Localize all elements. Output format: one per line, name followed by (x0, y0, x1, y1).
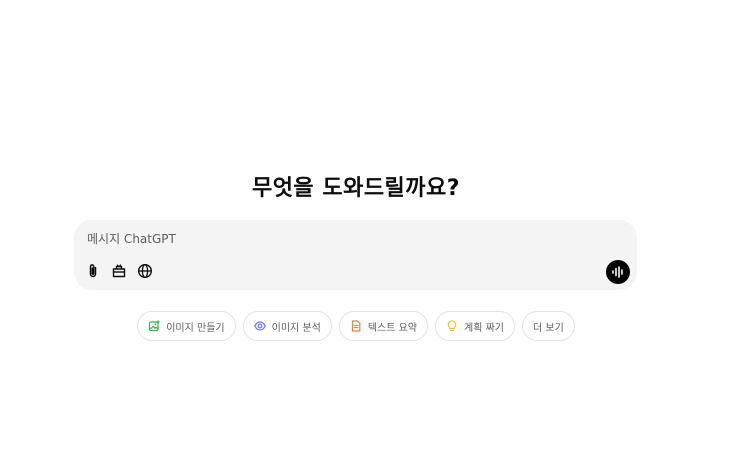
web-search-button[interactable] (136, 262, 154, 280)
chip-label: 이미지 분석 (271, 322, 321, 334)
image-create-icon (148, 320, 161, 332)
document-icon (350, 320, 362, 332)
lightbulb-icon (446, 320, 458, 332)
suggestion-more[interactable]: 더 보기 (521, 311, 575, 341)
suggestion-summarize-text[interactable]: 텍스트 요약 (338, 311, 428, 341)
globe-icon (137, 263, 153, 279)
chip-label: 계획 짜기 (464, 322, 504, 334)
chip-label: 텍스트 요약 (367, 322, 417, 334)
eye-icon (253, 320, 266, 332)
suggestion-chips: 이미지 만들기 이미지 분석 텍스트 요약 계획 짜기 더 보기 (0, 311, 712, 341)
voice-waveform-icon (611, 263, 625, 282)
message-input[interactable] (87, 230, 587, 248)
paperclip-icon (86, 263, 100, 279)
toolbox-icon (111, 263, 127, 279)
message-composer (74, 220, 637, 290)
tools-button[interactable] (110, 262, 128, 280)
suggestion-analyze-image[interactable]: 이미지 분석 (242, 311, 332, 341)
suggestion-make-plan[interactable]: 계획 짜기 (435, 311, 515, 341)
page-title: 무엇을 도와드릴까요? (251, 176, 461, 201)
attach-button[interactable] (84, 262, 102, 280)
chat-home: 무엇을 도와드릴까요? 메시지 ChatGPT 이미지 만들기 이미지 분석 텍… (0, 0, 743, 471)
chip-label: 더 보기 (532, 322, 564, 334)
suggestion-create-image[interactable]: 이미지 만들기 (137, 311, 236, 341)
chip-label: 이미지 만들기 (166, 322, 225, 334)
voice-mode-button[interactable] (606, 260, 630, 284)
